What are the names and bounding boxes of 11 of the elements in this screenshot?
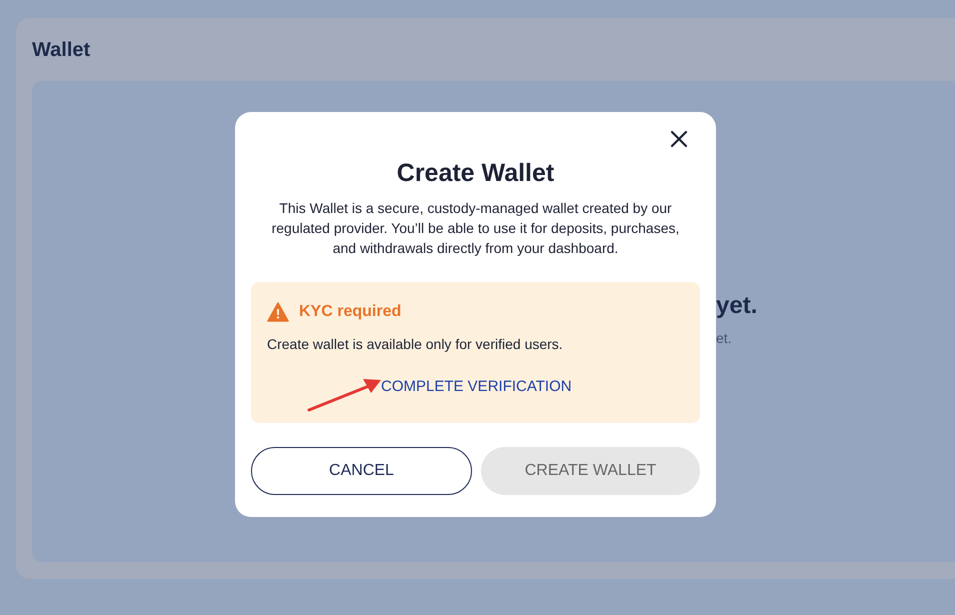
complete-verification-link[interactable]: COMPLETE VERIFICATION: [381, 376, 572, 398]
empty-state-heading: yet.: [716, 291, 758, 321]
dialog-description: This Wallet is a secure, custody-managed wallet created by our regulated provider. You’ll be able to use it for deposits, purchases, and withdrawals directly from your dashboard.: [270, 199, 680, 258]
cancel-button[interactable]: CANCEL: [251, 447, 472, 495]
alert-message: Create wallet is available only for verified users.: [267, 335, 564, 354]
empty-state-text: et.: [716, 329, 732, 347]
close-icon[interactable]: [668, 128, 690, 150]
warning-icon: [267, 302, 289, 322]
page-title: Wallet: [32, 38, 90, 62]
alert-title: KYC required: [299, 302, 402, 322]
dialog-title: Create Wallet: [396, 158, 554, 188]
